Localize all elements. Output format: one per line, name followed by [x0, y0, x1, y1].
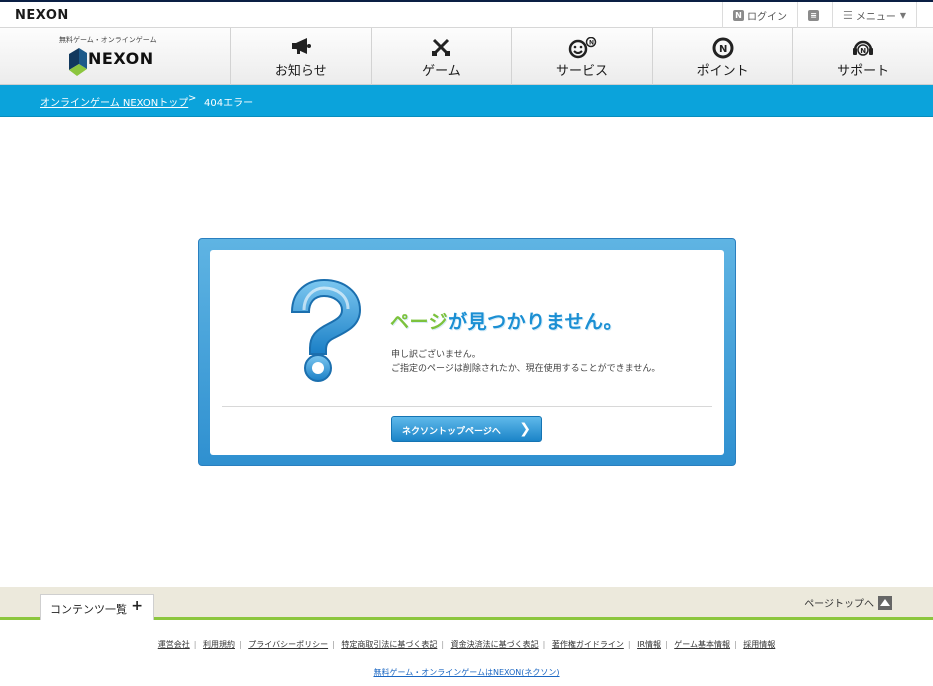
svg-text:N: N [589, 40, 594, 47]
footer-link[interactable]: 資金決済法に基づく表記 [451, 640, 539, 649]
login-button[interactable]: N ログイン [721, 2, 797, 28]
breadcrumb-home-link[interactable]: オンラインゲーム NEXONトップ [40, 94, 188, 109]
error-title-rest: が見つかりません。 [448, 311, 624, 333]
breadcrumb: オンラインゲーム NEXONトップ > 404エラー [0, 85, 933, 117]
divider [222, 406, 712, 407]
footer-link[interactable]: 運営会社 [158, 640, 190, 649]
page-top-link[interactable]: ページトップへ [804, 595, 892, 610]
error-message-2: ご指定のページは削除されたか、現在使用することができません。 [391, 364, 661, 374]
login-icon: N [732, 9, 744, 21]
list-icon: ☰ [842, 8, 853, 22]
contents-list-tab[interactable]: コンテンツ一覧 + [40, 594, 154, 620]
footer-link[interactable]: IR情報 [637, 640, 661, 649]
menu-button[interactable]: ☰ メニュー ▼ [831, 2, 917, 28]
error-message-1: 申し訳ございません。 [391, 350, 481, 360]
plus-icon: + [131, 598, 143, 614]
nexon-top-button-label: ネクソントップページへ [402, 427, 501, 437]
nav-item-game[interactable]: ゲーム [370, 28, 512, 85]
top-bar: NEXON N ログイン ≡ ☰ メニュー ▼ [0, 0, 933, 28]
chevron-right-icon: ❯ [519, 421, 531, 437]
nexon-mark-icon [69, 48, 87, 76]
nav-label: ポイント [696, 64, 749, 79]
headset-icon: N [853, 40, 874, 56]
brand-tagline: 無料ゲーム・オンラインゲーム [59, 36, 157, 44]
svg-text:N: N [719, 44, 727, 55]
footer-link[interactable]: 利用規約 [203, 640, 235, 649]
swords-icon [432, 38, 451, 56]
nexon-top-button[interactable]: ネクソントップページへ ❯ [391, 416, 542, 442]
breadcrumb-current: 404エラー [204, 98, 254, 109]
footer-link[interactable]: 採用情報 [743, 640, 775, 649]
nav-item-service[interactable]: N サービス [511, 28, 652, 85]
footer-link[interactable]: ゲーム基本情報 [674, 640, 730, 649]
smiley-icon: N [568, 37, 597, 59]
footer-link[interactable]: 著作権ガイドライン [552, 640, 624, 649]
arrow-up-icon [878, 595, 892, 610]
login-label: ログイン [746, 11, 787, 23]
error-panel: ページが見つかりません。 申し訳ございません。 ご指定のページは削除されたか、現… [198, 238, 736, 466]
nav-item-news[interactable]: お知らせ [230, 28, 371, 85]
svg-text:N: N [860, 47, 866, 55]
nav-items: お知らせ ゲーム N サービス N ポイント N サポート [230, 28, 933, 85]
error-panel-inner: ページが見つかりません。 申し訳ございません。 ご指定のページは削除されたか、現… [210, 250, 724, 455]
contents-list-label: コンテンツ一覧 [50, 603, 127, 616]
menu-label: メニュー [855, 11, 896, 23]
nav-label: サービス [555, 64, 608, 79]
page-top-label: ページトップへ [804, 599, 874, 610]
footer-link[interactable]: 特定商取引法に基づく表記 [341, 640, 437, 649]
message-icon: ≡ [807, 9, 819, 21]
top-logo[interactable]: NEXON [15, 8, 69, 23]
nav-item-support[interactable]: N サポート [792, 28, 933, 85]
brand-logo[interactable]: 無料ゲーム・オンラインゲーム NEXON [0, 28, 230, 85]
top-links: N ログイン ≡ ☰ メニュー ▼ [721, 2, 917, 28]
error-title-accent: ページ [390, 311, 449, 333]
nexon-point-icon: N [712, 37, 734, 59]
breadcrumb-separator: > [188, 93, 197, 104]
nav-label: お知らせ [274, 64, 327, 79]
global-nav: 無料ゲーム・オンラインゲーム NEXON お知らせ ゲーム N サービス N ポ… [0, 28, 933, 85]
footer-copyright-link[interactable]: 無料ゲーム・オンラインゲームはNEXON(ネクソン) [0, 667, 933, 678]
page-root: NEXON N ログイン ≡ ☰ メニュー ▼ 無料ゲーム・オンラインゲーム N… [0, 0, 933, 686]
footer-links: 運営会社 | 利用規約 | プライバシーポリシー | 特定商取引法に基づく表記 | 資金… [157, 640, 776, 649]
footer-band: コンテンツ一覧 + ページトップへ [0, 587, 933, 620]
megaphone-icon [291, 38, 311, 54]
question-mark-icon [290, 278, 362, 382]
chevron-down-icon: ▼ [899, 10, 906, 20]
footer-link[interactable]: プライバシーポリシー [248, 640, 328, 649]
nav-label: サポート [837, 64, 890, 79]
nav-item-point[interactable]: N ポイント [651, 28, 793, 85]
error-title: ページが見つかりません。 [390, 307, 623, 334]
brand-word: NEXON [88, 49, 154, 68]
nav-label: ゲーム [422, 64, 461, 79]
notice-button[interactable]: ≡ [796, 2, 832, 28]
